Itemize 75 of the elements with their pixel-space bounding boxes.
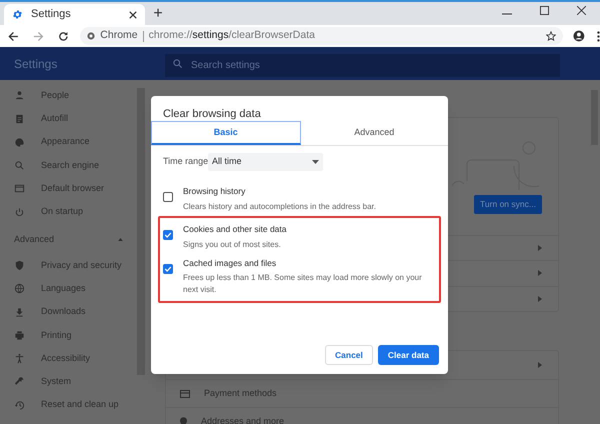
person-icon — [14, 90, 25, 102]
option-description: Clears history and autocompletions in the address bar. — [183, 200, 376, 213]
shield-icon — [14, 260, 25, 271]
sidebar-item[interactable]: Autofill — [0, 107, 137, 131]
checkbox[interactable] — [163, 230, 173, 240]
sidebar-item[interactable]: System — [0, 370, 137, 394]
maximize-icon[interactable] — [540, 6, 549, 15]
settings-icon — [12, 9, 23, 20]
checkbox[interactable] — [163, 192, 173, 202]
close-icon[interactable] — [129, 10, 137, 18]
tab-title: Settings — [31, 7, 72, 22]
reload-icon[interactable] — [58, 30, 68, 42]
option-description: Signs you out of most sites. — [183, 238, 282, 250]
dialog-tab[interactable]: Advanced — [300, 121, 448, 145]
search-icon — [14, 160, 25, 172]
address-bar[interactable]: Chrome chrome://settings/clearBrowserData — [80, 27, 564, 45]
option-row[interactable]: Browsing history Clears history and autocompletions in the address bar. — [151, 181, 448, 217]
dropdown-arrow-icon — [312, 160, 319, 164]
wrench-icon — [14, 376, 25, 388]
accessibility-icon — [14, 353, 25, 364]
settings-row[interactable]: Addresses and more — [166, 407, 558, 424]
close-icon[interactable] — [577, 6, 586, 15]
history-icon — [14, 400, 25, 411]
settings-title: Settings — [14, 56, 58, 72]
arrow-right-icon[interactable] — [538, 245, 542, 252]
clear-data-button[interactable]: Clear data — [378, 345, 439, 365]
sidebar-item[interactable]: Printing — [0, 324, 137, 347]
checkbox[interactable] — [163, 264, 173, 274]
profile-icon[interactable] — [573, 30, 586, 42]
globe-icon — [14, 283, 25, 294]
dialog-title: Clear browsing data — [162, 107, 262, 121]
site-info-icon — [87, 32, 96, 40]
download-icon — [14, 306, 25, 318]
new-tab-button[interactable]: + — [149, 5, 167, 23]
search-field[interactable]: Search settings — [165, 54, 560, 77]
arrow-right-icon[interactable] — [538, 296, 542, 302]
settings-row[interactable]: Payment methods — [166, 379, 558, 407]
dialog-tab[interactable]: Basic — [151, 121, 300, 145]
option-description: Frees up less than 1 MB. Some sites may load more slowly on your next visit. — [183, 272, 423, 296]
power-icon — [14, 206, 25, 218]
option-title: Browsing history — [183, 185, 246, 198]
arrow-right-icon[interactable] — [538, 270, 542, 276]
search-icon — [173, 59, 182, 68]
option-title: Cookies and other site data — [183, 222, 286, 236]
sidebar-item[interactable]: Reset and clean up — [0, 394, 137, 417]
sidebar-item[interactable]: Accessibility — [0, 346, 137, 370]
sidebar-item[interactable]: On startup — [0, 200, 137, 224]
back-arrow-icon[interactable] — [8, 30, 19, 42]
sidebar-item[interactable]: People — [0, 84, 137, 108]
menu-icon[interactable] — [597, 30, 600, 42]
time-range-label: Time range — [163, 155, 208, 168]
browser-window-icon — [14, 183, 25, 194]
option-row[interactable]: Cookies and other site data Signs you out of most sites. — [160, 220, 439, 254]
url-text: chrome://settings/clearBrowserData — [148, 28, 315, 44]
sidebar-item[interactable]: Downloads — [0, 300, 137, 324]
advanced-section-toggle[interactable]: Advanced — [0, 226, 137, 254]
arrow-right-icon[interactable] — [538, 362, 542, 368]
site-label: Chrome — [100, 28, 138, 44]
sidebar-item[interactable]: Languages — [0, 277, 137, 300]
sidebar-item[interactable]: Appearance — [0, 130, 137, 154]
turn-on-sync-button[interactable]: Turn on sync... — [474, 195, 542, 214]
cancel-button[interactable]: Cancel — [325, 345, 373, 365]
option-title: Cached images and files — [183, 256, 278, 270]
sidebar-item[interactable]: Search engine — [0, 154, 137, 178]
browser-tab[interactable]: Settings — [4, 4, 145, 25]
time-range-select[interactable]: All time — [208, 153, 323, 171]
printer-icon — [14, 330, 25, 341]
palette-icon — [14, 136, 25, 148]
sidebar-item[interactable]: Default browser — [0, 177, 137, 200]
option-row[interactable]: Cached images and files Frees up less than 1 MB. Some sites may load more slowly on your next visit. — [160, 254, 439, 300]
star-icon[interactable] — [546, 31, 556, 41]
credit-card-icon — [180, 390, 190, 398]
clipboard-icon — [14, 113, 25, 124]
sidebar-item[interactable]: Privacy and security — [0, 254, 137, 278]
caret-icon — [118, 238, 123, 242]
